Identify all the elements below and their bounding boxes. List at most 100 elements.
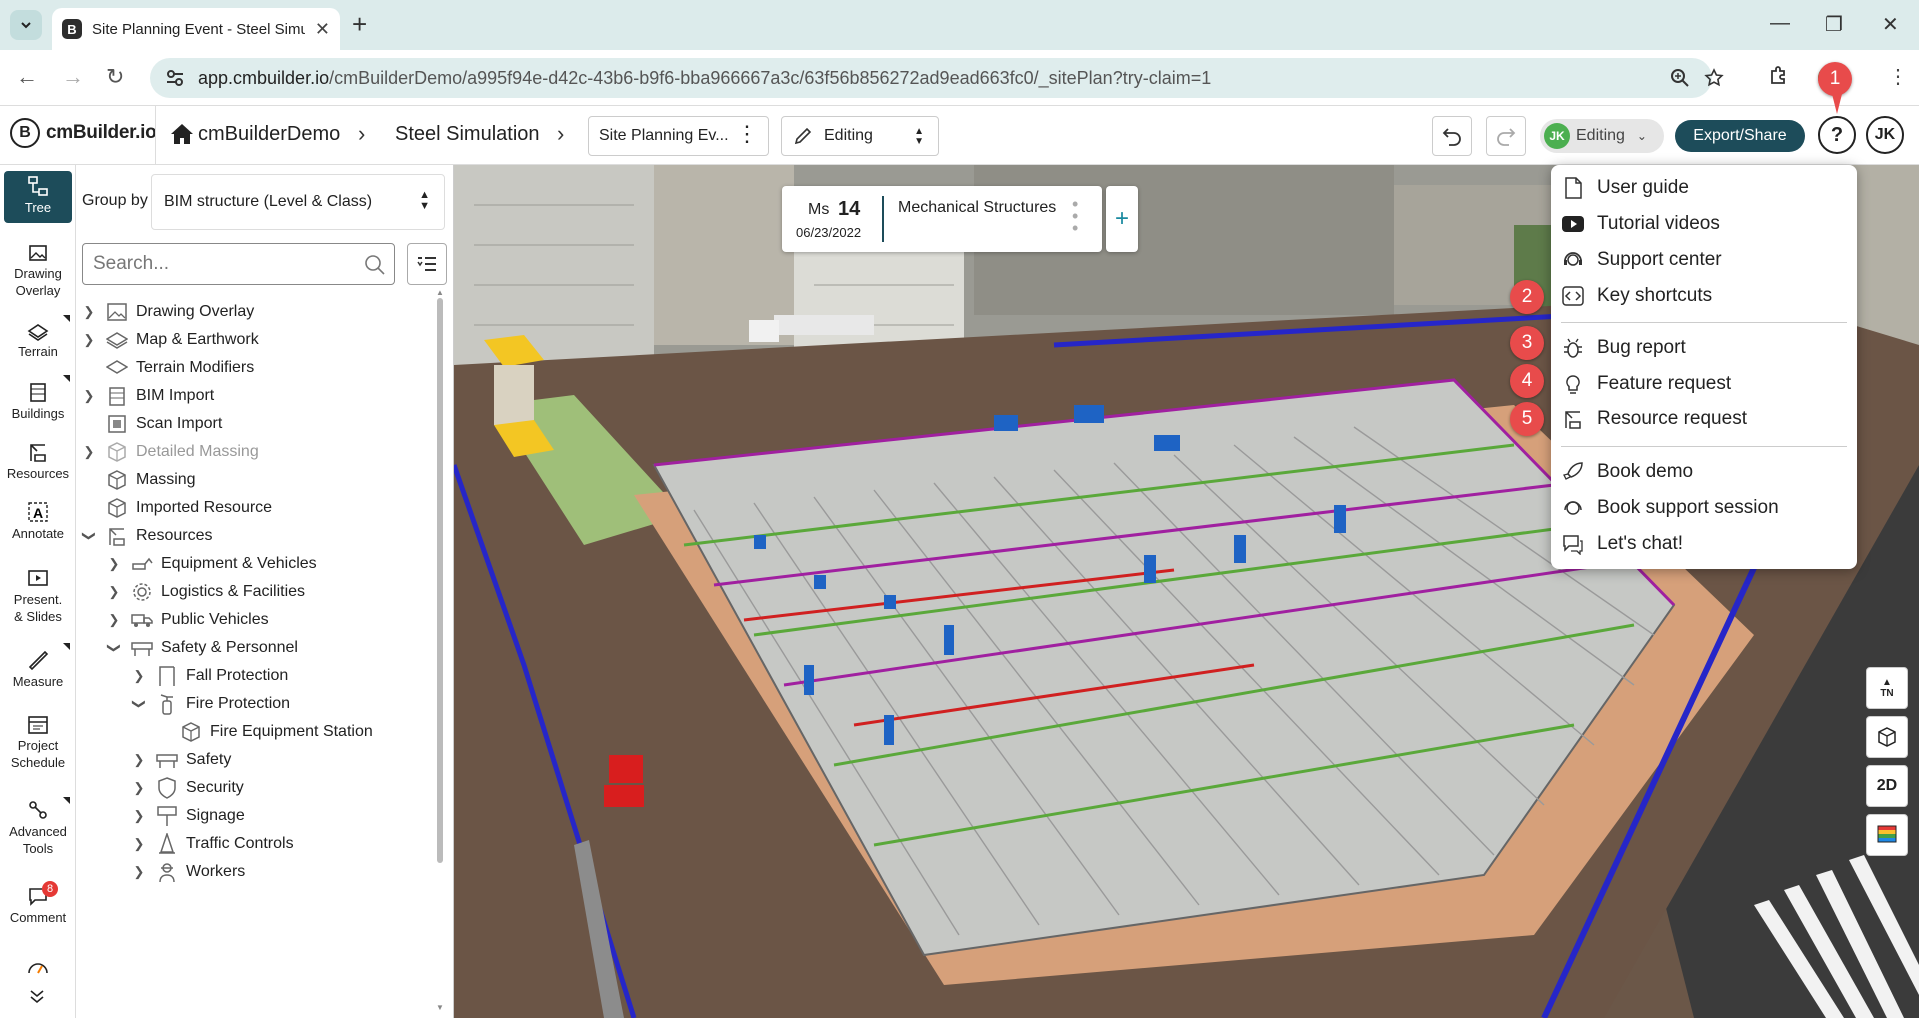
user-avatar-button[interactable]: JK	[1866, 116, 1904, 154]
filter-options-button[interactable]	[407, 243, 447, 285]
menu-item-support-center[interactable]: Support center	[1561, 245, 1722, 275]
true-north-button[interactable]: ▲ TN	[1866, 667, 1908, 709]
tree-item-fire-equipment-station[interactable]: Fire Equipment Station	[180, 718, 373, 746]
browser-tab[interactable]: B Site Planning Event - Steel Simu ✕	[52, 8, 340, 50]
restore-icon[interactable]: ❐	[1825, 12, 1843, 37]
new-tab-button[interactable]: +	[352, 11, 367, 37]
rail-resources-button[interactable]: Resources	[0, 441, 76, 482]
menu-item-user-guide[interactable]: User guide	[1561, 173, 1689, 203]
expand-chevron-icon[interactable]: ❯	[132, 668, 146, 684]
back-icon[interactable]: ←	[16, 66, 38, 88]
breadcrumb-project[interactable]: Steel Simulation	[395, 123, 540, 146]
rail-drawing-overlay-button[interactable]: Drawing Overlay	[0, 243, 76, 299]
tree-item-terrain-modifiers[interactable]: Terrain Modifiers	[106, 354, 254, 382]
rail-advanced-tools-button[interactable]: Advanced Tools	[0, 799, 76, 857]
expand-chevron-icon[interactable]: ❯	[132, 752, 146, 768]
url-field[interactable]: app.cmbuilder.io/cmBuilderDemo/a995f94e-…	[150, 58, 1724, 98]
collapse-chevron-icon[interactable]: ❯	[106, 641, 122, 655]
undo-button[interactable]	[1432, 116, 1472, 156]
tree-scrollbar[interactable]	[437, 298, 443, 863]
tab-search-button[interactable]	[10, 10, 42, 40]
menu-item-bug-report[interactable]: Bug report	[1561, 333, 1686, 363]
presence-status[interactable]: JK Editing ⌄	[1540, 119, 1664, 153]
add-milestone-button[interactable]: +	[1106, 186, 1138, 252]
milestone-card[interactable]: Ms 14 06/23/2022 Mechanical Structures •…	[782, 186, 1102, 252]
browser-menu-icon[interactable]: ⋮	[1888, 64, 1908, 89]
expand-chevron-icon[interactable]: ❯	[82, 332, 96, 348]
tree-item-bim-import[interactable]: ❯ BIM Import	[82, 382, 214, 410]
expand-chevron-icon[interactable]: ❯	[132, 836, 146, 852]
expand-chevron-icon[interactable]: ❯	[107, 556, 121, 572]
site-info-icon[interactable]	[164, 67, 186, 89]
more-vertical-icon[interactable]: ⋮	[736, 123, 758, 145]
groupby-select[interactable]: BIM structure (Level & Class) ▲ ▼	[151, 174, 445, 230]
menu-item-tutorial-videos[interactable]: Tutorial videos	[1561, 209, 1720, 239]
tree-item-detailed-massing[interactable]: ❯ Detailed Massing	[82, 438, 259, 466]
collapse-chevron-icon[interactable]: ❯	[81, 529, 97, 543]
breadcrumb-home[interactable]: cmBuilderDemo	[198, 123, 340, 146]
expand-chevron-icon[interactable]: ❯	[82, 304, 96, 320]
speedometer-icon[interactable]	[27, 959, 49, 975]
tree-item-drawing-overlay[interactable]: ❯ Drawing Overlay	[82, 298, 254, 326]
rail-measure-button[interactable]: Measure	[0, 649, 76, 690]
close-tab-icon[interactable]: ✕	[315, 19, 330, 40]
tree-item-logistics-facilities[interactable]: ❯ Logistics & Facilities	[107, 578, 305, 606]
tree-item-fall-protection[interactable]: ❯ Fall Protection	[132, 662, 288, 690]
rail-annotate-button[interactable]: A Annotate	[0, 501, 76, 542]
rail-terrain-button[interactable]: Terrain	[0, 321, 76, 360]
scroll-down-icon[interactable]: ▼	[436, 1003, 444, 1012]
minimize-icon[interactable]: —	[1770, 12, 1790, 35]
mode-select[interactable]: Editing ▲ ▼	[781, 116, 939, 156]
expand-chevron-icon[interactable]: ❯	[82, 444, 96, 460]
app-logo[interactable]: B cmBuilder.io	[10, 118, 157, 148]
rail-buildings-button[interactable]: Buildings	[0, 381, 76, 422]
reload-icon[interactable]: ↻	[106, 66, 124, 88]
tree-item-massing[interactable]: Massing	[106, 466, 196, 494]
view-cube-button[interactable]	[1866, 716, 1908, 758]
tree-item-workers[interactable]: ❯ Workers	[132, 858, 245, 886]
expand-more-icon[interactable]	[28, 987, 46, 1005]
event-select[interactable]: Site Planning Ev... ⋮	[588, 116, 769, 156]
tree-item-signage[interactable]: ❯ Signage	[132, 802, 245, 830]
view-2d-button[interactable]: 2D	[1866, 765, 1908, 807]
rail-present-button[interactable]: Present. & Slides	[0, 569, 76, 625]
forward-icon[interactable]: →	[62, 66, 84, 88]
tree-item-safety-personnel[interactable]: ❯ Safety & Personnel	[107, 634, 298, 662]
menu-item-key-shortcuts[interactable]: Key shortcuts	[1561, 281, 1712, 311]
menu-item-feature-request[interactable]: Feature request	[1561, 369, 1731, 399]
tree-item-fire-protection[interactable]: ❯ Fire Protection	[132, 690, 290, 718]
home-icon[interactable]	[170, 123, 194, 145]
bookmark-star-icon[interactable]	[1704, 68, 1724, 88]
menu-item-lets-chat[interactable]: Let's chat!	[1561, 529, 1683, 559]
rail-tree-button[interactable]: Tree	[4, 171, 72, 223]
tree-item-security[interactable]: ❯ Security	[132, 774, 244, 802]
extensions-icon[interactable]	[1766, 64, 1790, 88]
expand-chevron-icon[interactable]: ❯	[82, 388, 96, 404]
expand-chevron-icon[interactable]: ❯	[132, 808, 146, 824]
help-button[interactable]: ?	[1818, 116, 1856, 154]
menu-item-resource-request[interactable]: Resource request	[1561, 404, 1747, 434]
zoom-icon[interactable]	[1670, 68, 1690, 88]
export-share-button[interactable]: Export/Share	[1675, 120, 1805, 152]
tree-item-resources[interactable]: ❯ Resources	[82, 522, 212, 550]
redo-button[interactable]	[1486, 116, 1526, 156]
layers-color-button[interactable]	[1866, 814, 1908, 856]
tree-item-scan-import[interactable]: Scan Import	[106, 410, 222, 438]
close-window-icon[interactable]: ✕	[1882, 12, 1899, 37]
collapse-chevron-icon[interactable]: ❯	[131, 697, 147, 711]
tree-item-safety[interactable]: ❯ Safety	[132, 746, 231, 774]
expand-chevron-icon[interactable]: ❯	[132, 780, 146, 796]
rail-comment-button[interactable]: Comment	[0, 885, 76, 926]
scroll-up-icon[interactable]: ▲	[436, 288, 444, 297]
expand-chevron-icon[interactable]: ❯	[107, 612, 121, 628]
menu-item-book-demo[interactable]: Book demo	[1561, 457, 1693, 487]
tree-item-equipment-vehicles[interactable]: ❯ Equipment & Vehicles	[107, 550, 317, 578]
expand-chevron-icon[interactable]: ❯	[107, 584, 121, 600]
expand-chevron-icon[interactable]: ❯	[132, 864, 146, 880]
drag-handle-icon[interactable]: • • •	[1072, 195, 1078, 237]
rail-project-schedule-button[interactable]: Project Schedule	[0, 713, 76, 771]
tree-item-map-earthwork[interactable]: ❯ Map & Earthwork	[82, 326, 259, 354]
tree-item-public-vehicles[interactable]: ❯ Public Vehicles	[107, 606, 269, 634]
tree-search-input[interactable]: Search...	[82, 243, 395, 285]
tree-item-imported-resource[interactable]: Imported Resource	[106, 494, 272, 522]
